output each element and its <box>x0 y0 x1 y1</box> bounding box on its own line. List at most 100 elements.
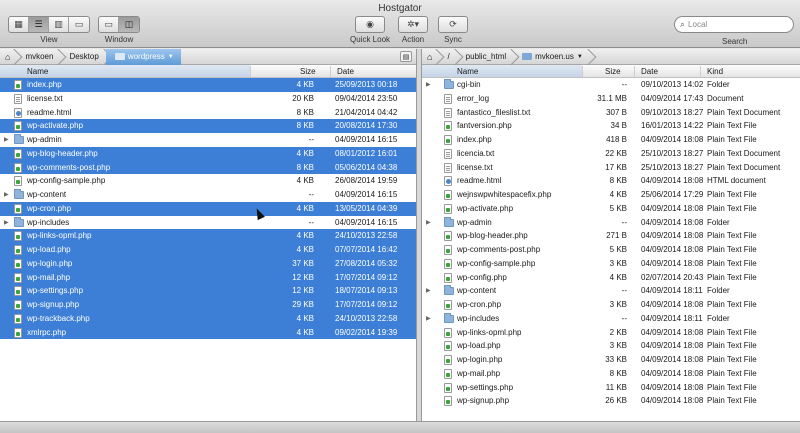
file-row[interactable]: wp-settings.php 12 KB 18/07/2014 09:13 <box>0 284 416 298</box>
file-row[interactable]: wp-activate.php 8 KB 20/08/2014 17:30 <box>0 119 416 133</box>
folder-row[interactable]: ▶ wp-content -- 04/09/2014 18:11 Folder <box>422 284 800 298</box>
file-kind: Document <box>707 93 744 103</box>
file-size: 4 KB <box>609 272 627 282</box>
file-row[interactable]: license.txt 20 KB 09/04/2014 23:50 <box>0 92 416 106</box>
file-row[interactable]: wp-config-sample.php 3 KB 04/09/2014 18:08… <box>422 257 800 271</box>
disclosure-triangle-icon[interactable]: ▶ <box>426 287 431 294</box>
file-row[interactable]: index.php 418 B 04/09/2014 18:08 Plain Text… <box>422 133 800 147</box>
quicklook-button[interactable]: ◉ <box>355 16 386 33</box>
pane-options-button[interactable]: ▤ <box>400 51 412 62</box>
file-row[interactable]: readme.html 8 KB 04/09/2014 18:08 HTML docu… <box>422 174 800 188</box>
path-crumb-root[interactable]: / <box>438 49 456 65</box>
path-crumb-current[interactable]: wordpress ▼ <box>105 49 181 65</box>
file-row[interactable]: readme.html 8 KB 21/04/2014 04:42 <box>0 106 416 120</box>
file-row[interactable]: wp-config.php 4 KB 02/07/2014 20:43 Plain T… <box>422 271 800 285</box>
file-row[interactable]: wp-cron.php 3 KB 04/09/2014 18:08 Plain Tex… <box>422 298 800 312</box>
file-size: 5 KB <box>609 203 627 213</box>
folder-row[interactable]: ▶ wp-admin -- 04/09/2014 18:08 Folder <box>422 216 800 230</box>
file-row[interactable]: error_log 31.1 MB 04/09/2014 17:43 Document <box>422 92 800 106</box>
file-row[interactable]: wp-links-opml.php 4 KB 24/10/2013 22:58 <box>0 229 416 243</box>
file-size: 4 KB <box>296 231 314 241</box>
file-date: 09/04/2014 23:50 <box>335 93 398 103</box>
date-column-header[interactable]: Date <box>641 67 658 76</box>
file-name: wp-settings.php <box>27 286 84 296</box>
file-row[interactable]: wp-activate.php 5 KB 04/09/2014 18:08 Plain… <box>422 202 800 216</box>
action-button[interactable]: ✲▾ <box>398 16 428 33</box>
file-row[interactable]: wp-comments-post.php 5 KB 04/09/2014 18:08… <box>422 243 800 257</box>
php-file-icon <box>14 148 22 159</box>
server-home-crumb[interactable]: ⌂ <box>422 49 438 65</box>
file-size: 4 KB <box>296 327 314 337</box>
file-row[interactable]: wp-blog-header.php 4 KB 08/01/2012 16:01 <box>0 146 416 161</box>
php-file-icon <box>14 231 22 242</box>
disclosure-triangle-icon[interactable]: ▶ <box>426 81 431 88</box>
file-date: 04/09/2014 18:08 <box>641 300 704 309</box>
coverflow-view-button[interactable]: ▭ <box>69 17 89 32</box>
file-size: 8 KB <box>296 107 314 117</box>
remote-pane: ⌂ / public_html mvkoen.us ▼ Name Size Dat… <box>421 49 800 421</box>
file-row[interactable]: wp-login.php 33 KB 04/09/2014 18:08 Plain T… <box>422 353 800 367</box>
path-crumb-user[interactable]: mvkoen <box>16 49 60 65</box>
file-date: 18/07/2014 09:13 <box>335 286 398 296</box>
disclosure-triangle-icon[interactable]: ▶ <box>426 219 431 226</box>
file-row[interactable]: wp-mail.php 12 KB 17/07/2014 09:12 <box>0 270 416 285</box>
file-name: wp-activate.php <box>27 121 84 131</box>
file-row[interactable]: wp-signup.php 29 KB 17/07/2014 09:12 <box>0 298 416 312</box>
folder-row[interactable]: ▶ cgi-bin -- 09/10/2013 14:02 Folder <box>422 78 800 92</box>
sync-button[interactable]: ⟳ <box>438 16 468 33</box>
file-date: 17/07/2014 09:12 <box>335 300 398 309</box>
file-row[interactable]: wp-comments-post.php 8 KB 05/06/2014 04:38 <box>0 160 416 175</box>
date-column-header[interactable]: Date <box>337 67 354 76</box>
size-column-header[interactable]: Size <box>605 67 621 76</box>
file-row[interactable]: wp-mail.php 8 KB 04/09/2014 18:08 Plain Tex… <box>422 367 800 381</box>
file-row[interactable]: license.txt 17 KB 25/10/2013 18:27 Plain Te… <box>422 161 800 175</box>
list-view-button[interactable]: ☰ <box>29 17 49 32</box>
file-size: 12 KB <box>292 272 314 282</box>
sync-icon: ⟳ <box>449 19 457 29</box>
path-crumb-desktop[interactable]: Desktop <box>60 49 105 65</box>
file-size: 29 KB <box>292 300 314 309</box>
file-row[interactable]: licencia.txt 22 KB 25/10/2013 18:27 Plain T… <box>422 147 800 161</box>
file-row[interactable]: wp-load.php 4 KB 07/07/2014 16:42 <box>0 243 416 257</box>
folder-row[interactable]: ▶ wp-content -- 04/09/2014 16:15 <box>0 188 416 202</box>
dual-pane-button[interactable]: ◫ <box>119 17 139 32</box>
file-row[interactable]: wp-signup.php 26 KB 04/09/2014 18:08 Plain … <box>422 394 800 408</box>
file-row[interactable]: wp-trackback.php 4 KB 24/10/2013 22:58 <box>0 311 416 326</box>
file-kind: Plain Text File <box>707 327 757 337</box>
icon-view-button[interactable]: ▦ <box>9 17 29 32</box>
txt-file-icon <box>444 148 452 159</box>
file-row[interactable]: wp-login.php 37 KB 27/08/2014 05:32 <box>0 256 416 271</box>
size-column-header[interactable]: Size <box>300 67 316 76</box>
file-size: 418 B <box>606 135 627 144</box>
folder-row[interactable]: ▶ wp-includes -- 04/09/2014 16:15 <box>0 216 416 230</box>
file-row[interactable]: fantastico_fileslist.txt 307 B 09/10/2013 … <box>422 106 800 120</box>
disclosure-triangle-icon[interactable]: ▶ <box>4 191 9 198</box>
path-crumb-current[interactable]: mvkoen.us ▼ <box>513 49 590 65</box>
path-crumb-public-html[interactable]: public_html <box>457 49 513 65</box>
folder-file-icon <box>14 134 24 144</box>
search-placeholder: Local <box>688 20 708 29</box>
single-pane-button[interactable]: ▭ <box>99 17 119 32</box>
name-column-header[interactable]: Name <box>422 65 582 77</box>
column-view-button[interactable]: ▥ <box>49 17 69 32</box>
disclosure-triangle-icon[interactable]: ▶ <box>4 136 9 143</box>
file-row[interactable]: wp-blog-header.php 271 B 04/09/2014 18:08 P… <box>422 229 800 243</box>
file-row[interactable]: xmlrpc.php 4 KB 09/02/2014 19:39 <box>0 325 416 340</box>
view-segmented-control: ▦ ☰ ▥ ▭ <box>8 16 90 33</box>
file-row[interactable]: wp-load.php 3 KB 04/09/2014 18:08 Plain Tex… <box>422 339 800 353</box>
disclosure-triangle-icon[interactable]: ▶ <box>4 219 9 226</box>
disclosure-triangle-icon[interactable]: ▶ <box>426 315 431 322</box>
file-row[interactable]: wp-links-opml.php 2 KB 04/09/2014 18:08 Pla… <box>422 326 800 340</box>
home-crumb[interactable]: ⌂ <box>0 49 16 65</box>
name-column-header[interactable]: Name <box>0 65 250 77</box>
kind-column-header[interactable]: Kind <box>707 67 723 76</box>
file-row[interactable]: wejnswpwhitespacefix.php 4 KB 25/06/2014 1… <box>422 188 800 202</box>
file-row[interactable]: index.php 4 KB 25/09/2013 00:18 <box>0 78 416 92</box>
file-row[interactable]: wp-settings.php 11 KB 04/09/2014 18:08 Plai… <box>422 381 800 395</box>
file-row[interactable]: fantversion.php 34 B 16/01/2013 14:22 Plain… <box>422 119 800 133</box>
file-row[interactable]: wp-config-sample.php 4 KB 26/08/2014 19:59 <box>0 174 416 188</box>
search-field[interactable]: ⌕ Local <box>674 16 794 33</box>
folder-row[interactable]: ▶ wp-includes -- 04/09/2014 18:11 Folder <box>422 312 800 326</box>
folder-row[interactable]: ▶ wp-admin -- 04/09/2014 16:15 <box>0 133 416 147</box>
file-row[interactable]: wp-cron.php 4 KB 13/05/2014 04:39 <box>0 201 416 216</box>
